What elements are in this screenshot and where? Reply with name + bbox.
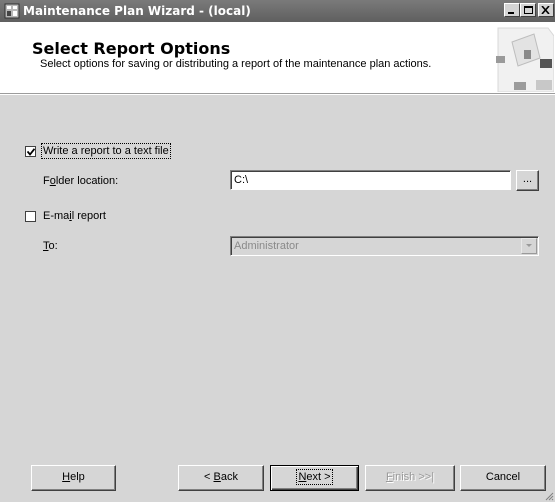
minimize-icon xyxy=(508,12,514,14)
to-dropdown-button[interactable] xyxy=(521,238,537,254)
write-report-checkbox[interactable] xyxy=(25,146,36,157)
page-title: Select Report Options xyxy=(32,39,231,58)
header-divider xyxy=(0,94,555,95)
wizard-window: Maintenance Plan Wizard - (local) Select… xyxy=(0,0,555,502)
folder-location-input[interactable]: C:\ xyxy=(230,170,511,190)
chevron-down-icon xyxy=(526,244,532,247)
wizard-banner-icon xyxy=(496,27,554,92)
finish-button[interactable]: Finish >>| xyxy=(365,465,455,491)
write-report-label[interactable]: Write a report to a text file xyxy=(41,143,171,159)
to-operator-select[interactable]: Administrator xyxy=(230,236,539,256)
next-button[interactable]: Next > xyxy=(270,465,359,491)
resize-grip-icon[interactable] xyxy=(544,491,554,501)
browse-folder-button[interactable]: ... xyxy=(516,170,539,191)
close-icon xyxy=(541,6,550,14)
wizard-header: Select Report Options Select options for… xyxy=(0,22,555,94)
email-report-label[interactable]: E-mail report xyxy=(43,210,106,222)
close-button[interactable] xyxy=(538,3,554,17)
minimize-button[interactable] xyxy=(504,3,520,17)
maximize-icon xyxy=(524,6,533,14)
app-icon xyxy=(4,3,20,19)
maximize-button[interactable] xyxy=(520,3,536,17)
title-bar[interactable]: Maintenance Plan Wizard - (local) xyxy=(0,0,555,22)
help-button[interactable]: Help xyxy=(31,465,116,491)
to-label: To: xyxy=(43,240,58,252)
window-title: Maintenance Plan Wizard - (local) xyxy=(23,4,251,18)
page-subtitle: Select options for saving or distributin… xyxy=(40,58,432,70)
folder-location-label: Folder location: xyxy=(43,175,119,187)
cancel-button[interactable]: Cancel xyxy=(460,465,546,491)
checkmark-icon xyxy=(27,148,35,156)
email-report-checkbox[interactable] xyxy=(25,211,36,222)
back-button[interactable]: < Back xyxy=(178,465,264,491)
